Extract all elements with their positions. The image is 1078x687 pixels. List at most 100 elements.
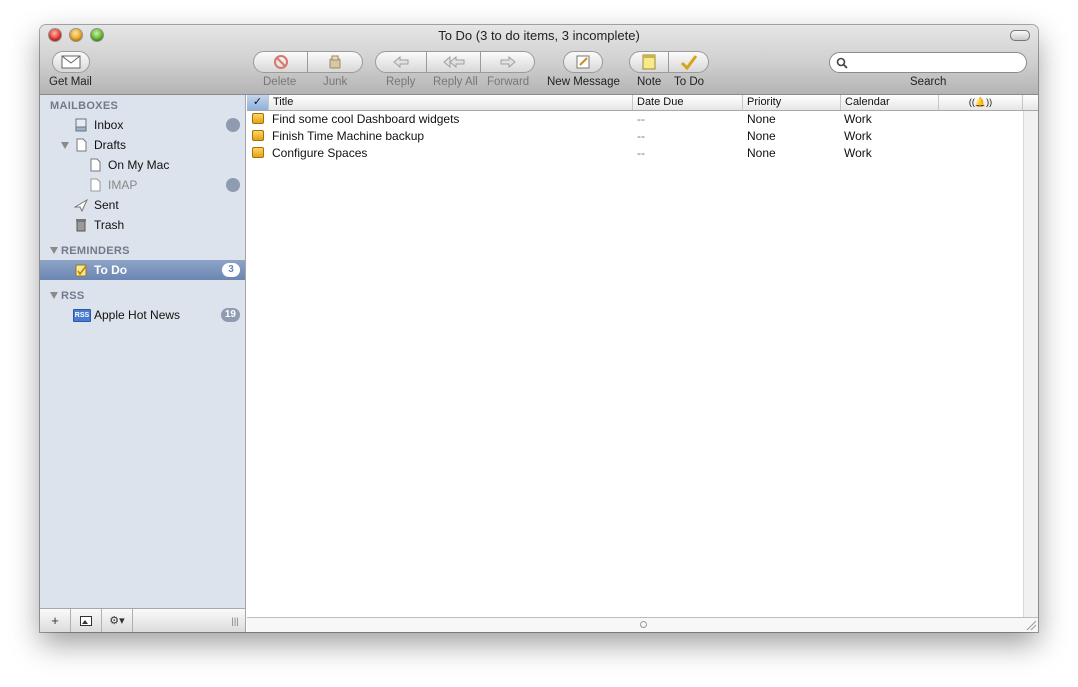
- forward-arrow-icon: [500, 55, 516, 69]
- table-header: ✓ Title Date Due Priority Calendar ((🔔)): [247, 95, 1038, 111]
- reply-label: Reply: [386, 76, 416, 88]
- envelope-icon: [61, 55, 81, 69]
- drafts-icon: [90, 178, 101, 192]
- column-header-priority[interactable]: Priority: [743, 95, 841, 110]
- delete-label: Delete: [263, 76, 297, 88]
- column-header-alarm[interactable]: ((🔔)): [939, 95, 1023, 110]
- note-label: Note: [637, 76, 662, 88]
- search-label: Search: [910, 76, 947, 88]
- grip-icon: |||: [231, 615, 239, 626]
- todo-note-icon: [75, 264, 87, 277]
- forward-button[interactable]: [481, 51, 535, 73]
- row-priority: None: [747, 146, 776, 160]
- new-message-label: New Message: [547, 76, 620, 88]
- sidebar-item-imap[interactable]: IMAP: [40, 175, 245, 195]
- rss-header-label: RSS: [61, 290, 85, 302]
- column-header-date-due[interactable]: Date Due: [633, 95, 743, 110]
- new-todo-button[interactable]: [669, 51, 709, 73]
- search-field[interactable]: [829, 52, 1027, 73]
- note-icon: [642, 54, 656, 70]
- delete-icon: [273, 55, 288, 69]
- sidebar-item-label: Drafts: [94, 138, 127, 152]
- add-mailbox-button[interactable]: +: [40, 609, 71, 632]
- reply-all-arrow-icon: [442, 55, 464, 69]
- row-title: Configure Spaces: [272, 146, 368, 160]
- column-header-title[interactable]: Title: [269, 95, 633, 110]
- checkmark-icon: [680, 55, 697, 70]
- rss-section-header[interactable]: RSS: [50, 290, 85, 302]
- disclosure-triangle-icon: [50, 292, 58, 299]
- drafts-icon: [76, 138, 87, 152]
- count-badge: 3: [222, 263, 240, 277]
- sidebar-item-trash[interactable]: Trash: [40, 215, 245, 235]
- list-splitter-bar[interactable]: [247, 617, 1038, 632]
- row-date-due: --: [637, 112, 645, 126]
- drafts-icon: [90, 158, 101, 172]
- gear-icon: ⚙▾: [109, 615, 125, 627]
- sync-activity-icon: [226, 178, 240, 192]
- sidebar-item-inbox[interactable]: Inbox: [40, 115, 245, 135]
- new-note-button[interactable]: [629, 51, 669, 73]
- inbox-icon: [75, 118, 87, 132]
- table-row[interactable]: Configure Spaces -- None Work: [247, 145, 1022, 162]
- sidebar-item-sent[interactable]: Sent: [40, 195, 245, 215]
- sidebar-item-label: Apple Hot News: [94, 308, 181, 322]
- disclosure-triangle-icon[interactable]: [61, 142, 69, 149]
- action-menu-button[interactable]: ⚙▾: [102, 609, 133, 632]
- get-mail-label: Get Mail: [49, 76, 92, 88]
- show-activity-button[interactable]: [71, 609, 102, 632]
- toolbar-toggle-button[interactable]: [1010, 30, 1030, 41]
- reply-button[interactable]: [375, 51, 427, 73]
- search-input[interactable]: [852, 55, 1021, 72]
- row-calendar: Work: [844, 146, 872, 160]
- row-priority: None: [747, 129, 776, 143]
- photo-browser-icon: [80, 615, 92, 626]
- forward-label: Forward: [487, 76, 530, 88]
- mail-window: To Do (3 to do items, 3 incomplete) Get …: [40, 25, 1038, 632]
- reminders-section-header[interactable]: REMINDERS: [50, 245, 130, 257]
- count-badge: 19: [220, 308, 240, 322]
- toolbar: To Do (3 to do items, 3 incomplete) Get …: [40, 25, 1038, 95]
- todo-list-pane: ✓ Title Date Due Priority Calendar ((🔔))…: [247, 95, 1038, 632]
- sidebar-item-drafts[interactable]: Drafts: [40, 135, 245, 155]
- row-date-due: --: [637, 146, 645, 160]
- row-title: Finish Time Machine backup: [272, 129, 425, 143]
- column-header-calendar[interactable]: Calendar: [841, 95, 939, 110]
- sidebar-resize-handle[interactable]: |||: [226, 609, 244, 632]
- todo-checkbox[interactable]: [252, 130, 264, 141]
- disclosure-triangle-icon: [50, 247, 58, 254]
- todo-checkbox[interactable]: [252, 147, 264, 158]
- window-title: To Do (3 to do items, 3 incomplete): [438, 28, 640, 43]
- reply-all-button[interactable]: [427, 51, 481, 73]
- column-header-done[interactable]: ✓: [247, 95, 269, 110]
- sync-activity-icon: [226, 118, 240, 132]
- sent-paper-plane-icon: [74, 198, 88, 212]
- sidebar-item-apple-hot-news[interactable]: RSS Apple Hot News 19: [40, 305, 245, 325]
- sidebar-item-on-my-mac[interactable]: On My Mac: [40, 155, 245, 175]
- get-mail-button[interactable]: [52, 51, 90, 73]
- resize-grip-icon[interactable]: [1026, 620, 1037, 631]
- sidebar-item-label: IMAP: [108, 178, 138, 192]
- reply-arrow-icon: [393, 55, 409, 69]
- junk-button[interactable]: [308, 51, 363, 73]
- sidebar-item-label: Inbox: [94, 118, 124, 132]
- todo-label: To Do: [674, 76, 705, 88]
- delete-button[interactable]: [253, 51, 308, 73]
- row-priority: None: [747, 112, 776, 126]
- sidebar-item-label: To Do: [94, 263, 128, 277]
- new-message-button[interactable]: [563, 51, 603, 73]
- add-icon: +: [51, 613, 59, 628]
- todo-checkbox[interactable]: [252, 113, 264, 124]
- table-row[interactable]: Finish Time Machine backup -- None Work: [247, 128, 1022, 145]
- sidebar-item-todo[interactable]: To Do 3: [40, 260, 245, 280]
- row-date-due: --: [637, 129, 645, 143]
- junk-bag-icon: [329, 55, 341, 69]
- row-calendar: Work: [844, 112, 872, 126]
- vertical-scrollbar[interactable]: [1023, 111, 1038, 618]
- sidebar-item-label: On My Mac: [108, 158, 170, 172]
- reply-all-label: Reply All: [433, 76, 478, 88]
- compose-icon: [576, 55, 590, 69]
- table-row[interactable]: Find some cool Dashboard widgets -- None…: [247, 111, 1022, 128]
- mailboxes-section-header: MAILBOXES: [50, 100, 119, 112]
- row-title: Find some cool Dashboard widgets: [272, 112, 460, 126]
